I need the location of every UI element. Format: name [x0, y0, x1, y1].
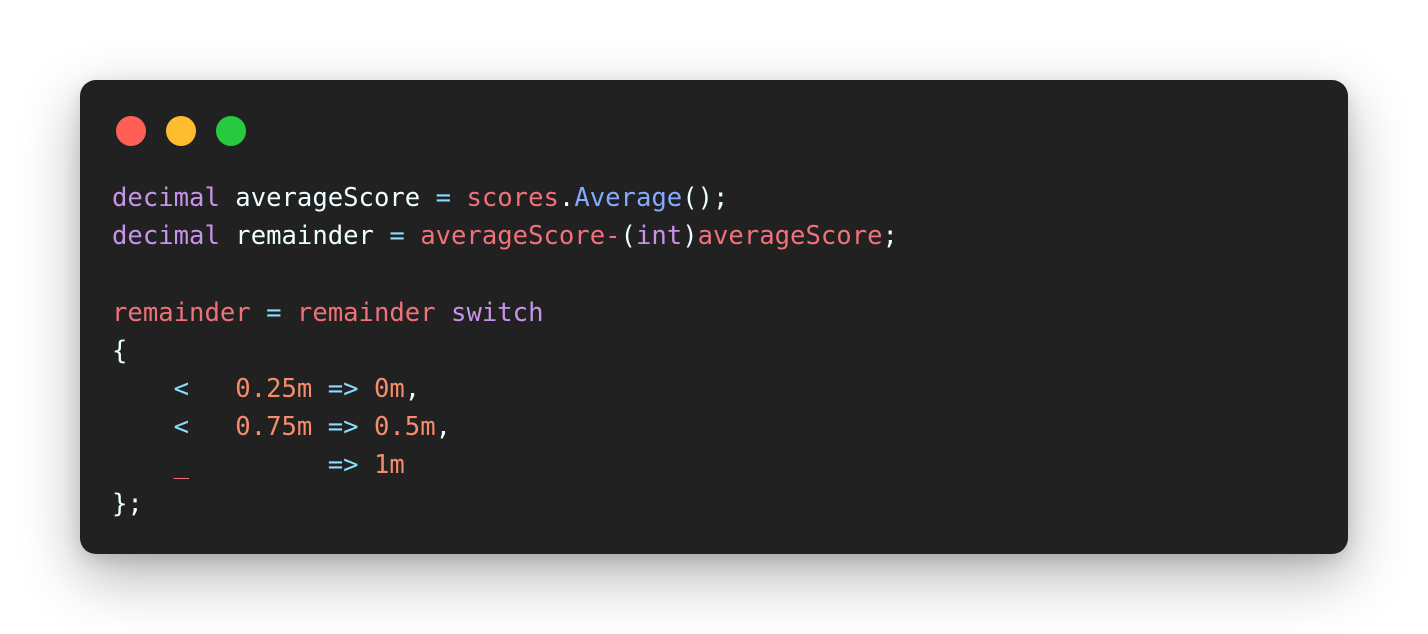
code-token: decimal: [112, 221, 220, 252]
code-token: 0.25m: [235, 373, 313, 404]
code-line: {: [112, 332, 898, 370]
code-token: Average: [574, 183, 683, 213]
code-token: ,: [404, 373, 421, 404]
code-token: =>: [189, 450, 374, 481]
code-token: =>: [312, 373, 374, 404]
code-token: _: [173, 450, 190, 481]
code-token: ): [682, 221, 698, 252]
code-token: switch: [451, 297, 544, 328]
code-token: 0.75m: [235, 412, 313, 443]
code-token: =: [435, 183, 452, 213]
code-token: 1m: [373, 450, 405, 481]
code-token: 0m: [373, 373, 405, 404]
close-dot-icon[interactable]: [116, 116, 146, 146]
code-token: =: [250, 297, 297, 328]
code-line: decimal averageScore = scores.Average();: [112, 179, 898, 217]
code-token: <: [112, 373, 236, 404]
code-token: };: [112, 488, 143, 519]
code-line: _ => 1m: [112, 446, 898, 484]
code-token: averageScore: [219, 183, 436, 213]
code-block: decimal averageScore = scores.Average();…: [112, 179, 898, 523]
code-token: <: [112, 412, 236, 443]
code-token: remainder: [112, 297, 251, 328]
code-line: };: [112, 485, 898, 523]
code-token: ;: [882, 221, 898, 252]
code-window: decimal averageScore = scores.Average();…: [80, 80, 1348, 554]
code-token: ();: [682, 183, 729, 213]
code-token: 0.5m: [373, 412, 436, 443]
code-token: {: [112, 335, 128, 366]
code-token: averageScore: [697, 221, 883, 252]
code-line: < 0.75m => 0.5m,: [112, 408, 898, 446]
code-token: remainder: [219, 221, 390, 252]
code-token: remainder: [296, 297, 436, 328]
minimize-dot-icon[interactable]: [166, 116, 196, 146]
code-token: scores: [451, 183, 559, 213]
code-line: decimal remainder = averageScore-(int)av…: [112, 217, 898, 255]
code-token: ,: [435, 412, 452, 443]
code-token: (: [620, 221, 636, 252]
code-line: remainder = remainder switch: [112, 294, 898, 332]
code-line: < 0.25m => 0m,: [112, 370, 898, 408]
code-token: averageScore-: [404, 221, 621, 252]
maximize-dot-icon[interactable]: [216, 116, 246, 146]
code-token: =: [389, 221, 405, 252]
code-token: .: [558, 183, 575, 213]
code-token: =>: [312, 412, 374, 443]
code-token: int: [635, 221, 683, 252]
code-token: decimal: [112, 183, 220, 213]
